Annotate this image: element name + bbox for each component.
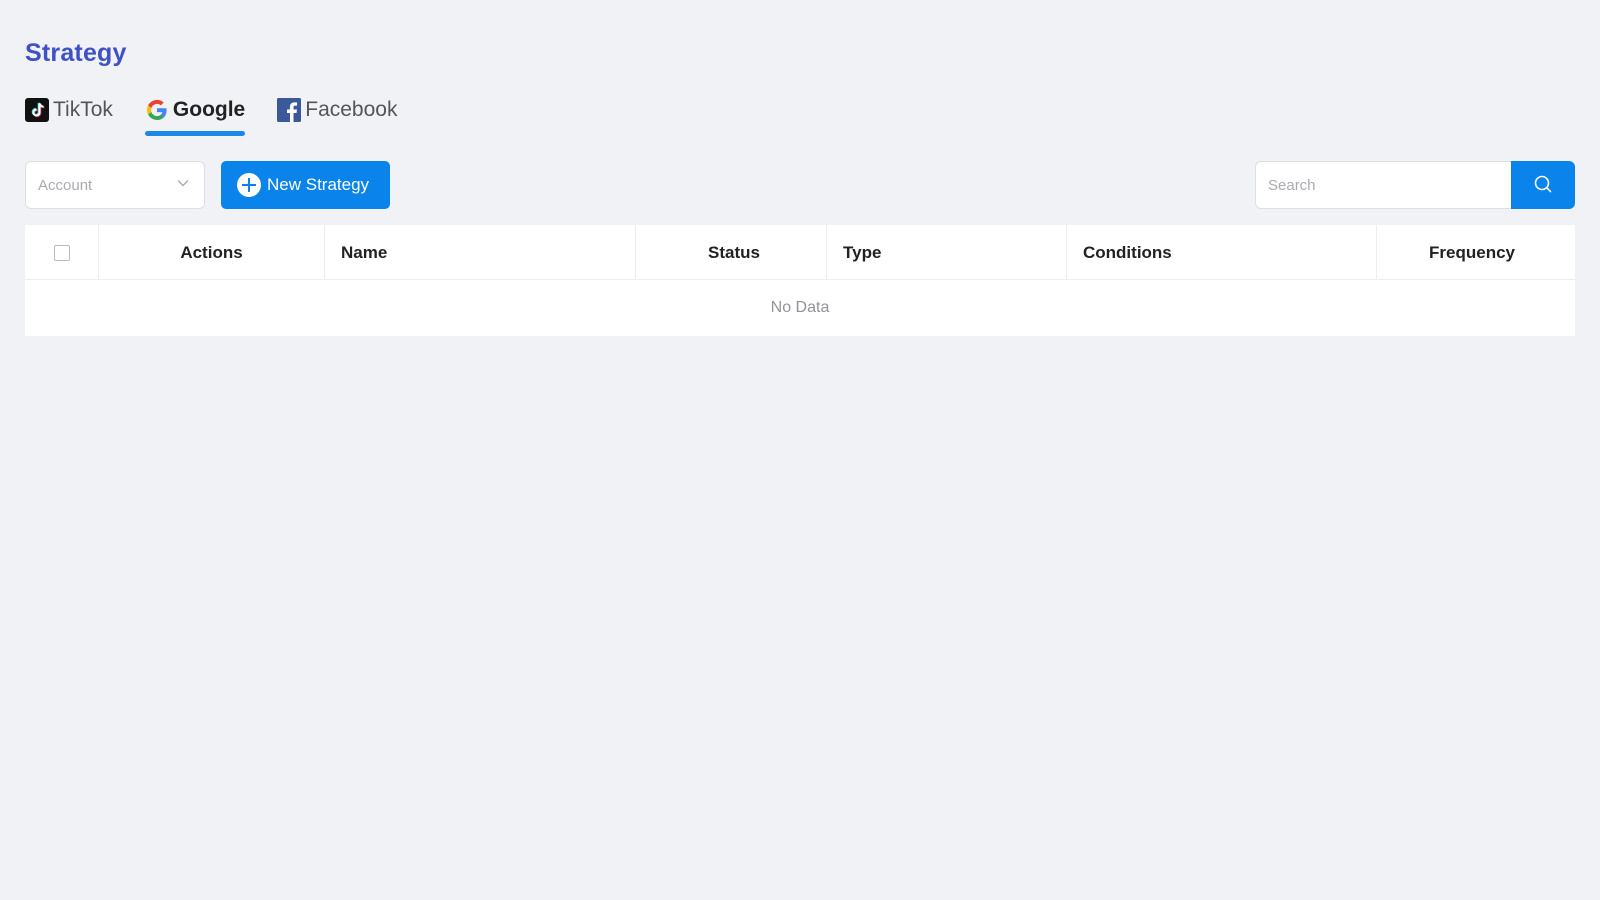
search-icon	[1533, 174, 1553, 197]
column-header-type[interactable]: Type	[827, 225, 1067, 280]
chevron-down-icon	[176, 176, 190, 195]
tab-tiktok[interactable]: TikTok	[25, 97, 113, 123]
facebook-icon	[277, 98, 302, 122]
account-select[interactable]: Account	[25, 161, 205, 209]
toolbar: Account New Strategy	[25, 161, 1575, 209]
select-all-checkbox[interactable]	[53, 244, 70, 261]
new-strategy-button[interactable]: New Strategy	[221, 161, 390, 209]
strategy-table: Actions Name Status Type Conditions Freq…	[25, 225, 1575, 336]
tab-label: Google	[172, 98, 246, 121]
tab-facebook[interactable]: Facebook	[277, 97, 397, 123]
page-title: Strategy	[25, 39, 127, 67]
plus-circle-icon	[237, 173, 261, 197]
account-select-placeholder: Account	[38, 176, 93, 194]
column-header-actions[interactable]: Actions	[99, 225, 325, 280]
column-header-conditions[interactable]: Conditions	[1067, 225, 1377, 280]
empty-state-text: No Data	[770, 299, 830, 316]
platform-tabs: TikTok Google Facebook	[25, 97, 1575, 138]
column-header-name[interactable]: Name	[325, 225, 636, 280]
column-header-frequency[interactable]: Frequency	[1377, 225, 1575, 280]
table-header: Actions Name Status Type Conditions Freq…	[25, 225, 1575, 280]
tab-google[interactable]: Google	[144, 97, 246, 136]
search-group	[1255, 161, 1575, 209]
search-input[interactable]	[1255, 161, 1511, 209]
google-icon	[145, 98, 169, 122]
column-header-status[interactable]: Status	[636, 225, 827, 280]
tab-label: Facebook	[305, 98, 398, 121]
search-button[interactable]	[1511, 161, 1575, 209]
select-all-cell	[25, 225, 99, 280]
strategy-page: Strategy TikTok Google Facebook Account …	[25, 36, 1575, 336]
tiktok-icon	[25, 98, 49, 122]
tab-label: TikTok	[53, 98, 113, 121]
new-strategy-label: New Strategy	[267, 175, 370, 194]
table-body: No Data	[25, 280, 1575, 336]
